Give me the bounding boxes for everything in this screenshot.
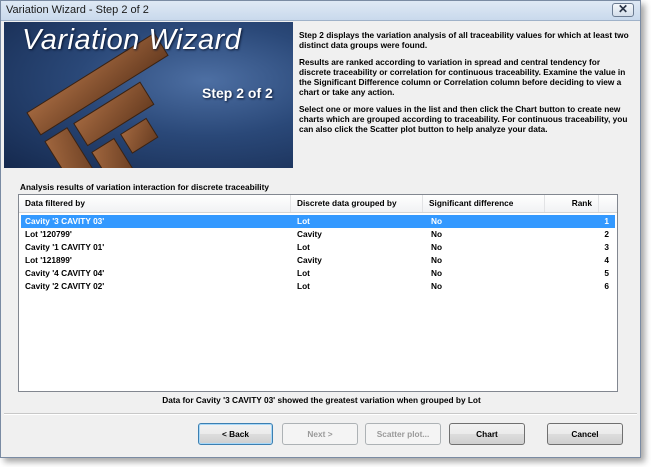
- cell-rank: 2: [604, 229, 609, 239]
- description-paragraph-1: Step 2 displays the variation analysis o…: [299, 30, 629, 50]
- status-message: Data for Cavity '3 CAVITY 03' showed the…: [162, 395, 481, 405]
- cell-filtered: Lot '120799': [25, 229, 72, 239]
- cell-rank: 5: [604, 268, 609, 278]
- column-header-grouped-by[interactable]: Discrete data grouped by: [291, 195, 423, 212]
- scatter-plot-button[interactable]: Scatter plot...: [365, 423, 441, 445]
- cell-grouped: Lot: [297, 216, 310, 226]
- wizard-window: Variation Wizard - Step 2 of 2 ✕ Variati…: [0, 0, 641, 458]
- results-label: Analysis results of variation interactio…: [20, 182, 269, 192]
- cell-grouped: Cavity: [297, 255, 322, 265]
- cell-rank: 6: [604, 281, 609, 291]
- footer-divider: [4, 413, 637, 415]
- cell-significant: No: [431, 255, 443, 265]
- cell-filtered: Cavity '2 CAVITY 02': [25, 281, 105, 291]
- window-title: Variation Wizard - Step 2 of 2: [6, 4, 149, 16]
- cell-filtered: Lot '121899': [25, 255, 72, 265]
- cell-grouped: Lot: [297, 242, 310, 252]
- column-header-significant-difference[interactable]: Significant difference: [423, 195, 545, 212]
- chart-button[interactable]: Chart: [449, 423, 525, 445]
- table-row[interactable]: Lot '121899' Cavity No 4: [21, 254, 615, 267]
- description-paragraph-2: Results are ranked according to variatio…: [299, 57, 626, 97]
- title-bar: Variation Wizard - Step 2 of 2 ✕: [1, 1, 640, 21]
- cell-filtered: Cavity '3 CAVITY 03': [25, 216, 105, 226]
- close-button[interactable]: ✕: [612, 2, 634, 17]
- cell-significant: No: [431, 229, 443, 239]
- cell-significant: No: [431, 281, 443, 291]
- results-list[interactable]: Data filtered by Discrete data grouped b…: [18, 194, 618, 392]
- list-header: Data filtered by Discrete data grouped b…: [19, 195, 617, 213]
- cell-rank: 1: [604, 216, 609, 226]
- cell-filtered: Cavity '1 CAVITY 01': [25, 242, 105, 252]
- cell-grouped: Cavity: [297, 229, 322, 239]
- column-header-data-filtered-by[interactable]: Data filtered by: [19, 195, 291, 212]
- cell-grouped: Lot: [297, 281, 310, 291]
- cell-grouped: Lot: [297, 268, 310, 278]
- description-paragraph-3: Select one or more values in the list an…: [299, 104, 628, 134]
- cancel-button[interactable]: Cancel: [547, 423, 623, 445]
- table-row[interactable]: Cavity '3 CAVITY 03' Lot No 1: [21, 215, 615, 228]
- cell-significant: No: [431, 242, 443, 252]
- table-row[interactable]: Cavity '4 CAVITY 04' Lot No 5: [21, 267, 615, 280]
- close-icon: ✕: [617, 2, 629, 16]
- cell-rank: 4: [604, 255, 609, 265]
- table-row[interactable]: Lot '120799' Cavity No 2: [21, 228, 615, 241]
- next-button[interactable]: Next >: [282, 423, 358, 445]
- wizard-banner: Variation Wizard Step 2 of 2: [4, 22, 293, 168]
- cell-significant: No: [431, 268, 443, 278]
- table-row[interactable]: Cavity '2 CAVITY 02' Lot No 6: [21, 280, 615, 293]
- step-description: Step 2 displays the variation analysis o…: [299, 30, 634, 142]
- column-header-rank[interactable]: Rank: [545, 195, 599, 212]
- cell-filtered: Cavity '4 CAVITY 04': [25, 268, 105, 278]
- cell-rank: 3: [604, 242, 609, 252]
- banner-step: Step 2 of 2: [202, 85, 273, 101]
- table-row[interactable]: Cavity '1 CAVITY 01' Lot No 3: [21, 241, 615, 254]
- back-button[interactable]: < Back: [198, 423, 273, 445]
- cell-significant: No: [431, 216, 443, 226]
- banner-title: Variation Wizard: [22, 24, 242, 56]
